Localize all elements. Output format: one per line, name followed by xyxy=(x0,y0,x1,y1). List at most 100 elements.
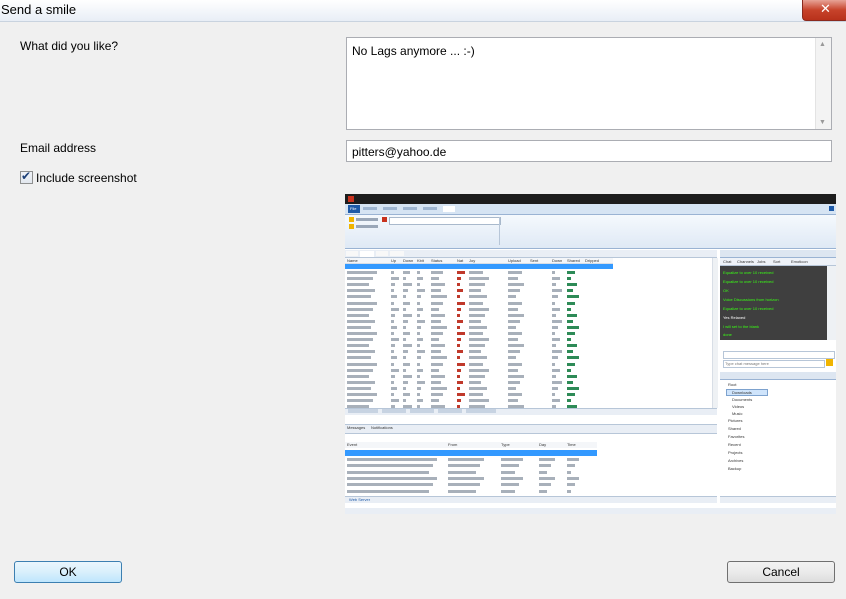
preview-cell-placeholder xyxy=(567,362,575,366)
textarea-scrollbar[interactable]: ▲ ▼ xyxy=(815,38,831,129)
preview-cell-placeholder xyxy=(391,319,394,323)
preview-cell-placeholder xyxy=(469,393,483,396)
preview-event-cell-placeholder xyxy=(347,470,429,474)
preview-cell-placeholder xyxy=(347,283,369,287)
preview-cell-placeholder xyxy=(567,277,571,281)
scroll-down-icon[interactable]: ▼ xyxy=(819,119,826,126)
preview-cell-placeholder xyxy=(567,295,579,299)
preview-cell-placeholder xyxy=(508,289,520,293)
preview-cell-placeholder xyxy=(567,399,571,403)
preview-event-cell-placeholder xyxy=(539,464,551,468)
preview-cell-placeholder xyxy=(469,301,483,305)
preview-cell-placeholder xyxy=(469,399,489,403)
preview-cell-placeholder xyxy=(552,368,560,372)
preview-event-cell-placeholder xyxy=(501,470,515,474)
preview-cell-placeholder xyxy=(508,338,518,342)
preview-cell-placeholder xyxy=(469,319,481,323)
email-field[interactable]: pitters@yahoo.de xyxy=(346,140,832,162)
preview-cell-placeholder xyxy=(403,362,410,366)
preview-event-cell-placeholder xyxy=(347,483,433,487)
preview-cell-placeholder xyxy=(552,399,560,403)
preview-cell-placeholder xyxy=(403,380,408,384)
include-screenshot-label[interactable]: Include screenshot xyxy=(36,171,137,185)
preview-cell-placeholder xyxy=(508,362,522,366)
preview-cell-placeholder xyxy=(417,283,420,287)
preview-event-cell-placeholder xyxy=(539,470,547,474)
window-title: Send a smile xyxy=(1,2,77,17)
preview-cell-placeholder xyxy=(469,332,483,335)
preview-cell-placeholder xyxy=(552,289,562,293)
preview-cell-placeholder xyxy=(391,271,394,274)
preview-cell-placeholder xyxy=(403,374,412,378)
preview-cell-placeholder xyxy=(508,313,524,317)
preview-cell-placeholder xyxy=(347,344,369,348)
preview-cell-placeholder xyxy=(567,301,575,305)
preview-cell-placeholder xyxy=(567,374,577,378)
preview-event-cell-placeholder xyxy=(567,458,579,461)
preview-cell-placeholder xyxy=(469,356,487,360)
preview-cell-placeholder xyxy=(391,307,399,311)
cancel-button[interactable]: Cancel xyxy=(727,561,835,583)
preview-cell-placeholder xyxy=(403,289,408,293)
preview-cell-placeholder xyxy=(403,338,406,342)
preview-cell-placeholder xyxy=(391,277,399,281)
preview-cell-placeholder xyxy=(567,386,579,390)
preview-cell-placeholder xyxy=(431,332,443,335)
preview-cell-placeholder xyxy=(552,386,558,390)
preview-event-cell-placeholder xyxy=(539,483,551,487)
close-button[interactable]: ✕ xyxy=(802,0,846,21)
preview-cell-placeholder xyxy=(552,271,555,274)
preview-emoticon-icon xyxy=(826,359,833,366)
preview-cell-placeholder xyxy=(403,307,406,311)
preview-cell-placeholder xyxy=(391,356,397,360)
preview-chat-dropdown xyxy=(723,351,835,359)
preview-events-tab-messages: Messages xyxy=(347,425,366,430)
preview-event-cell-placeholder xyxy=(347,476,437,480)
ok-button[interactable]: OK xyxy=(14,561,122,583)
preview-cell-placeholder xyxy=(508,380,520,384)
preview-cell-placeholder xyxy=(552,393,555,396)
preview-cell-placeholder xyxy=(417,399,423,403)
preview-cell-placeholder xyxy=(403,277,406,281)
preview-events-header: Event From Type Day Time xyxy=(345,442,597,448)
preview-cell-placeholder xyxy=(417,332,420,335)
email-text: pitters@yahoo.de xyxy=(352,145,447,159)
preview-cell-placeholder xyxy=(391,344,395,348)
preview-event-cell-placeholder xyxy=(567,464,575,468)
preview-cell-placeholder xyxy=(457,399,461,403)
preview-cell-placeholder xyxy=(457,368,461,372)
preview-cell-placeholder xyxy=(403,295,406,299)
preview-cell-placeholder xyxy=(457,289,463,293)
preview-cell-placeholder xyxy=(403,283,412,287)
preview-cell-placeholder xyxy=(469,325,487,329)
preview-event-cell-placeholder xyxy=(501,476,523,480)
preview-cell-placeholder xyxy=(417,325,421,329)
scroll-up-icon[interactable]: ▲ xyxy=(819,41,826,48)
preview-cell-placeholder xyxy=(431,399,439,403)
preview-cell-placeholder xyxy=(347,374,369,378)
like-textarea[interactable]: No Lags anymore ... :-) ▲ ▼ xyxy=(346,37,832,130)
preview-cell-placeholder xyxy=(567,325,579,329)
preview-cell-placeholder xyxy=(469,283,485,287)
preview-cell-placeholder xyxy=(508,386,516,390)
preview-cell-placeholder xyxy=(391,386,397,390)
preview-cell-placeholder xyxy=(347,307,373,311)
preview-cell-placeholder xyxy=(347,277,373,281)
preview-cell-placeholder xyxy=(417,344,420,348)
preview-cell-placeholder xyxy=(417,386,421,390)
preview-cell-placeholder xyxy=(431,356,447,360)
preview-event-cell-placeholder xyxy=(448,483,480,487)
preview-cell-placeholder xyxy=(347,338,373,342)
screenshot-preview: File Name Up Down Kbit Status Nat Joy Up… xyxy=(345,194,836,514)
preview-event-cell-placeholder xyxy=(539,489,547,493)
preview-cell-placeholder xyxy=(347,393,377,396)
preview-cell-placeholder xyxy=(431,338,439,342)
include-screenshot-checkbox[interactable]: ✔ xyxy=(20,169,33,184)
preview-cell-placeholder xyxy=(347,350,375,354)
preview-cell-placeholder xyxy=(508,277,518,281)
preview-cell-placeholder xyxy=(567,319,573,323)
preview-cell-placeholder xyxy=(552,283,556,287)
title-bar: Send a smile ✕ xyxy=(0,0,846,22)
like-text: No Lags anymore ... :-) xyxy=(352,44,475,58)
preview-cell-placeholder xyxy=(508,319,520,323)
